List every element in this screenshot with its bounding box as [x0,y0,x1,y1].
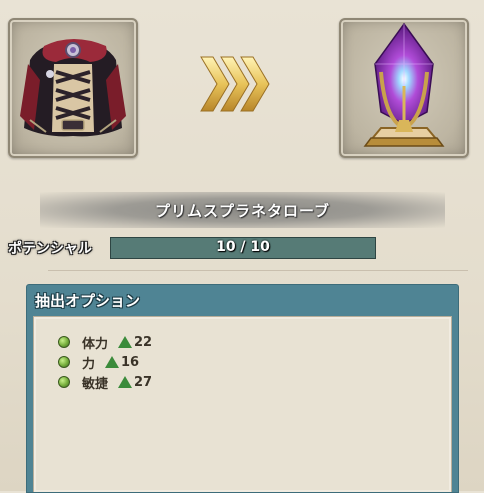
option-stat: 力 [82,356,96,372]
bullet-icon [58,376,70,388]
divider [48,270,468,271]
list-item: 体力 22 [58,333,153,352]
item-name: プリムスプラネタローブ [154,201,331,220]
potential-value: 10 / 10 [216,239,270,255]
robe-icon [20,39,126,137]
item-name-plate: プリムスプラネタローブ [40,192,445,228]
stat-up-icon [118,336,133,348]
stat-up-icon [118,376,133,388]
option-value: 16 [121,354,140,370]
potential-bar: 10 / 10 [110,237,376,259]
stat-up-icon [105,356,120,368]
bullet-icon [58,356,70,368]
list-item: 敏捷 27 [58,373,153,392]
option-value: 22 [134,334,153,350]
source-item-slot[interactable] [8,18,138,158]
options-list: 体力 22 力 16 敏捷 27 [33,316,452,492]
option-value: 27 [134,374,153,390]
potential-label: ポテンシャル [8,241,92,257]
list-item: 力 16 [58,353,140,372]
crystal-icon [363,22,445,147]
panel-title: 抽出オプション [35,292,141,310]
chevron-right-icon [200,56,270,112]
option-stat: 体力 [82,336,109,352]
bullet-icon [58,336,70,348]
result-item-slot[interactable] [339,18,469,158]
extract-options-panel: 抽出オプション 体力 22 力 16 敏捷 27 [26,284,459,493]
option-stat: 敏捷 [82,376,109,392]
